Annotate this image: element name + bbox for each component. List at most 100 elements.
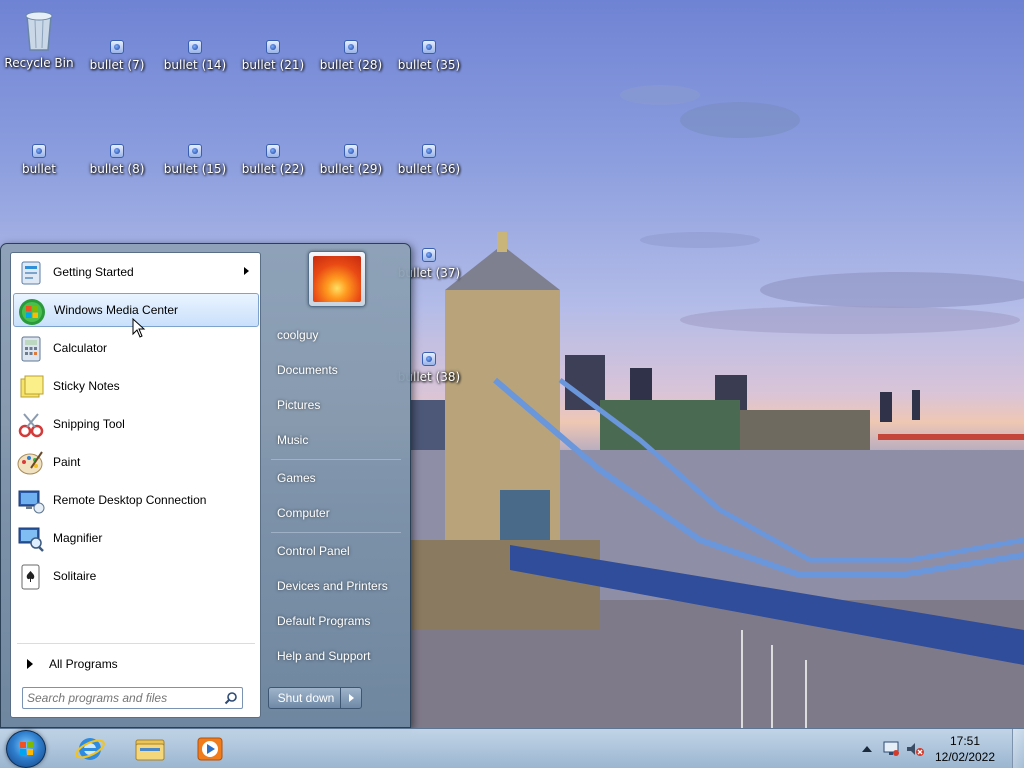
program-sticky-notes[interactable]: Sticky Notes xyxy=(13,369,259,403)
taskbar: 17:51 12/02/2022 xyxy=(0,728,1024,768)
media-player-icon xyxy=(197,737,223,761)
right-item-user[interactable]: coolguy xyxy=(265,320,407,350)
separator xyxy=(17,643,255,644)
arrow-right-icon xyxy=(27,659,33,669)
all-programs-button[interactable]: All Programs xyxy=(17,651,253,677)
desktop-icon-label: bullet (35) xyxy=(397,58,461,72)
user-avatar[interactable] xyxy=(308,251,366,307)
search-icon[interactable] xyxy=(224,691,238,705)
program-snipping-tool[interactable]: Snipping Tool xyxy=(13,407,259,441)
submenu-arrow-icon[interactable] xyxy=(244,267,249,275)
bullet-icon xyxy=(422,352,436,366)
bullet-icon xyxy=(422,40,436,54)
flower-avatar-image xyxy=(313,256,361,302)
desktop-icon-label: bullet (36) xyxy=(397,162,461,176)
clock-time[interactable]: 17:51 xyxy=(930,734,1000,748)
solitaire-icon xyxy=(21,564,40,590)
desktop-icon-label: Recycle Bin xyxy=(4,56,74,70)
bullet-icon xyxy=(188,144,202,158)
desktop-icon-bullet-8[interactable]: bullet (8) xyxy=(78,144,156,176)
network-icon[interactable] xyxy=(882,741,900,757)
desktop-icon-label: bullet xyxy=(22,162,56,176)
shutdown-options-button[interactable] xyxy=(340,687,362,709)
magnifier-icon xyxy=(18,527,44,552)
right-item-documents[interactable]: Documents xyxy=(265,355,407,385)
bullet-icon xyxy=(422,248,436,262)
right-item-default-programs[interactable]: Default Programs xyxy=(265,606,407,636)
desktop-icon-bullet-21[interactable]: bullet (21) xyxy=(234,40,312,72)
program-label: Sticky Notes xyxy=(53,379,120,393)
program-solitaire[interactable]: Solitaire xyxy=(13,559,259,593)
program-magnifier[interactable]: Magnifier xyxy=(13,521,259,555)
program-label: Paint xyxy=(53,455,81,469)
bullet-icon xyxy=(110,40,124,54)
search-input[interactable] xyxy=(27,690,217,706)
taskbar-media-player[interactable] xyxy=(184,732,236,766)
windows-logo-icon xyxy=(20,742,33,755)
taskbar-windows-explorer[interactable] xyxy=(124,732,176,766)
bullet-icon xyxy=(344,144,358,158)
program-label: Windows Media Center xyxy=(54,303,179,317)
program-label: Magnifier xyxy=(53,531,103,545)
shutdown-button[interactable]: Shut down xyxy=(268,687,344,709)
separator xyxy=(271,459,401,460)
right-item-computer[interactable]: Computer xyxy=(265,498,407,528)
desktop-icon-bullet-28[interactable]: bullet (28) xyxy=(312,40,390,72)
remote-desktop-icon xyxy=(18,490,45,514)
windows-media-center-icon xyxy=(19,299,45,325)
system-tray: 17:51 12/02/2022 xyxy=(854,729,1024,768)
start-button[interactable] xyxy=(6,730,46,768)
desktop-icon-bullet-29[interactable]: bullet (29) xyxy=(312,144,390,176)
bullet-icon xyxy=(32,144,46,158)
desktop-icon-bullet-14[interactable]: bullet (14) xyxy=(156,40,234,72)
right-item-pictures[interactable]: Pictures xyxy=(265,390,407,420)
program-label: Remote Desktop Connection xyxy=(53,493,207,507)
desktop-icon-label: bullet (29) xyxy=(319,162,383,176)
desktop-icon-label: bullet (28) xyxy=(319,58,383,72)
program-getting-started[interactable]: Getting Started xyxy=(13,255,259,289)
desktop-icon-bullet-36[interactable]: bullet (36) xyxy=(390,144,468,176)
start-menu: Getting Started Windows Media Center Cal… xyxy=(0,243,411,728)
desktop-icon-label: bullet (7) xyxy=(89,58,145,72)
mouse-cursor-icon xyxy=(132,318,146,338)
bullet-icon xyxy=(188,40,202,54)
separator xyxy=(271,532,401,533)
program-label: Solitaire xyxy=(53,569,97,583)
desktop-icon-bullet-35[interactable]: bullet (35) xyxy=(390,40,468,72)
paint-icon xyxy=(17,451,43,475)
internet-explorer-icon xyxy=(75,738,105,760)
desktop-icon-bullet-22[interactable]: bullet (22) xyxy=(234,144,312,176)
getting-started-icon xyxy=(21,261,41,285)
program-label: Snipping Tool xyxy=(53,417,125,431)
sticky-notes-icon xyxy=(20,375,44,398)
right-item-devices-and-printers[interactable]: Devices and Printers xyxy=(265,571,407,601)
program-paint[interactable]: Paint xyxy=(13,445,259,479)
search-box[interactable] xyxy=(22,687,243,709)
right-item-help-and-support[interactable]: Help and Support xyxy=(265,641,407,671)
desktop-icon-bullet-7[interactable]: bullet (7) xyxy=(78,40,156,72)
snipping-tool-icon xyxy=(18,413,44,438)
show-desktop-button[interactable] xyxy=(1012,729,1024,768)
recycle-bin-icon xyxy=(25,11,53,51)
clock-date[interactable]: 12/02/2022 xyxy=(930,750,1000,764)
desktop-icon-label: bullet (22) xyxy=(241,162,305,176)
desktop-icon-bullet-15[interactable]: bullet (15) xyxy=(156,144,234,176)
desktop-icon-bullet[interactable]: bullet xyxy=(0,144,78,176)
folder-icon xyxy=(135,739,165,761)
right-item-games[interactable]: Games xyxy=(265,463,407,493)
show-hidden-icons-icon[interactable] xyxy=(862,745,872,753)
all-programs-label: All Programs xyxy=(49,657,118,671)
bullet-icon xyxy=(344,40,358,54)
volume-muted-icon[interactable] xyxy=(906,741,924,757)
bullet-icon xyxy=(110,144,124,158)
desktop-icon-label: bullet (14) xyxy=(163,58,227,72)
program-label: Getting Started xyxy=(53,265,134,279)
program-remote-desktop-connection[interactable]: Remote Desktop Connection xyxy=(13,483,259,517)
right-item-control-panel[interactable]: Control Panel xyxy=(265,536,407,566)
taskbar-internet-explorer[interactable] xyxy=(64,732,116,766)
right-item-music[interactable]: Music xyxy=(265,425,407,455)
desktop-icon-label: bullet (21) xyxy=(241,58,305,72)
desktop-icon-recycle-bin[interactable]: Recycle Bin xyxy=(0,8,78,70)
bullet-icon xyxy=(422,144,436,158)
desktop-icon-label: bullet (8) xyxy=(89,162,145,176)
